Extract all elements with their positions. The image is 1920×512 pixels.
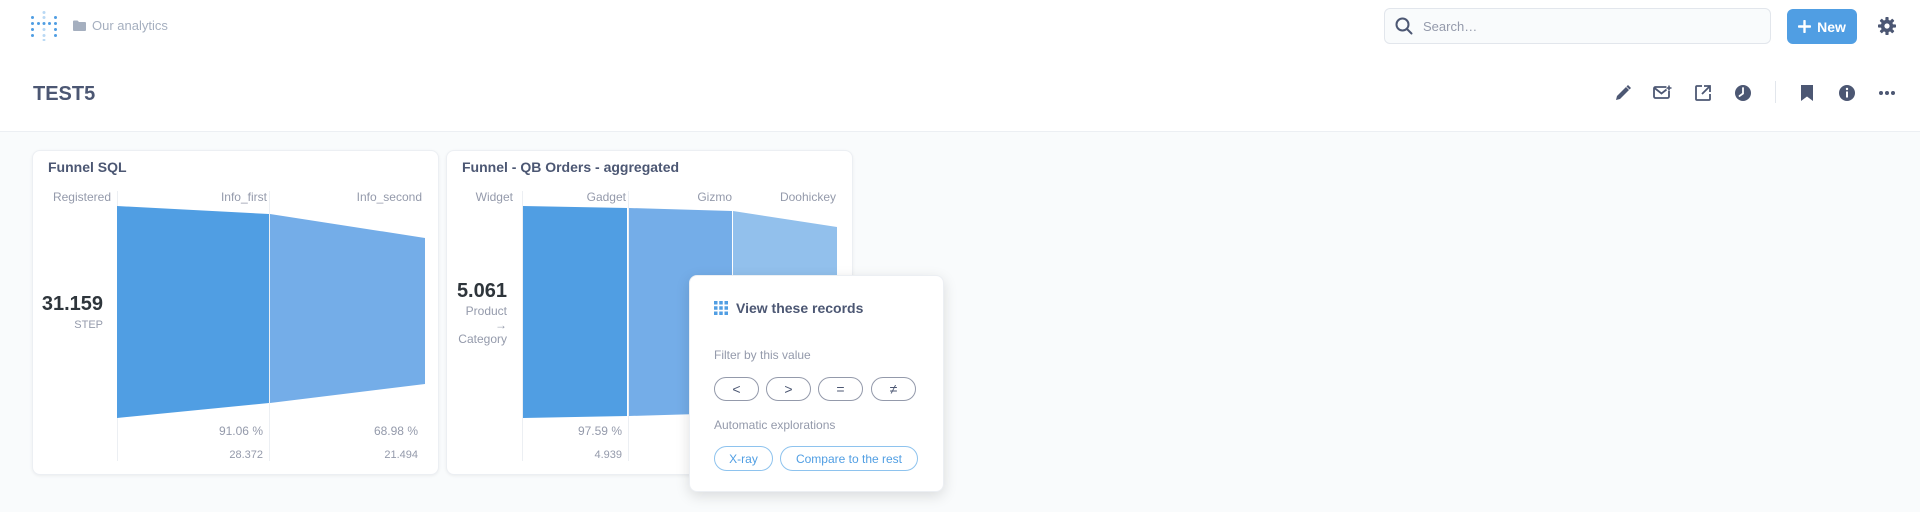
card-title[interactable]: Funnel SQL [48,159,127,175]
new-button[interactable]: New [1787,9,1857,44]
funnel-step-percent: 91.06 % [218,424,263,438]
funnel-step-label: Doohickey [779,190,836,204]
search-icon [1395,17,1413,35]
funnel-first-subtitle: Product → Category [458,304,507,346]
subscription-icon[interactable] [1652,82,1674,104]
filter-not-equals-button[interactable]: ≠ [871,377,916,401]
funnel-step-label: Gadget [586,190,626,204]
funnel-step-percent: 68.98 % [373,424,418,438]
funnel-step-label: Registered [52,190,111,204]
compare-to-rest-button[interactable]: Compare to the rest [780,446,918,471]
funnel-first-value: 31.159 [41,293,103,315]
pencil-icon[interactable] [1612,82,1634,104]
metabase-logo-icon[interactable] [30,11,58,41]
breadcrumb[interactable]: Our analytics [73,18,168,33]
filter-less-than-button[interactable]: < [714,377,759,401]
view-records-label: View these records [736,300,864,316]
share-icon[interactable] [1692,82,1714,104]
funnel-first-value: 5.061 [456,280,507,302]
search-input[interactable] [1423,18,1743,34]
funnel-segment[interactable] [523,206,627,418]
xray-button[interactable]: X-ray [714,446,773,471]
filter-equals-button[interactable]: = [818,377,863,401]
funnel-chart [117,206,425,418]
info-icon[interactable] [1836,82,1858,104]
bookmark-icon[interactable] [1796,82,1818,104]
click-actions-popover: View these records Filter by this value … [689,275,944,492]
new-button-label: New [1817,18,1846,35]
funnel-first-subtitle: STEP [74,319,103,331]
history-clock-icon[interactable] [1732,82,1754,104]
view-records-action[interactable]: View these records [714,300,863,316]
gear-icon[interactable] [1877,16,1897,36]
funnel-segment[interactable] [117,206,269,418]
breadcrumb-collection[interactable]: Our analytics [92,18,168,33]
funnel-segment[interactable] [270,214,425,403]
grid-icon [714,301,728,315]
dashboard-title[interactable]: TEST5 [33,83,95,106]
funnel-step-percent: 97.59 % [577,424,622,438]
funnel-step-value: 21.494 [384,449,418,461]
header-divider [1775,81,1776,103]
funnel-step-value: 28.372 [229,449,263,461]
folder-icon [73,20,86,31]
more-options-icon[interactable] [1876,82,1898,104]
funnel-step-label: Gizmo [697,190,732,204]
funnel-step-label: Info_second [356,190,422,204]
top-nav: Our analytics New [0,0,1920,52]
dashboard-header: TEST5 [0,52,1920,132]
search-bar[interactable] [1384,8,1771,44]
dashcard-funnel-sql: Funnel SQL Registered Info_first Info_se… [32,150,439,475]
funnel-step-value: 4.939 [594,449,622,461]
filter-greater-than-button[interactable]: > [766,377,811,401]
filter-section-label: Filter by this value [714,348,811,362]
plus-icon [1798,20,1812,33]
explorations-section-label: Automatic explorations [714,418,836,432]
funnel-step-label: Widget [475,190,513,204]
card-title[interactable]: Funnel - QB Orders - aggregated [462,159,679,175]
funnel-step-label: Info_first [220,190,267,204]
